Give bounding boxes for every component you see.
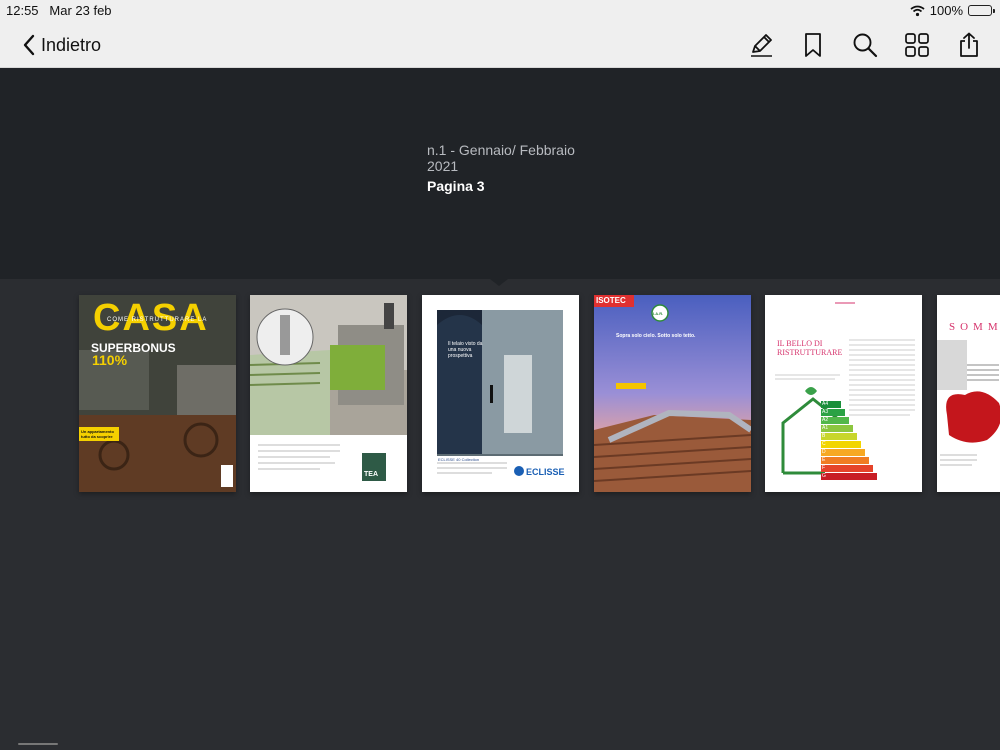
cover-number: 110% [92,352,128,368]
issue-header: n.1 - Gennaio/ Febbraio 2021 Pagina 3 [0,68,1000,286]
isotec-headline: Sopra solo cielo. Sotto solo tetto. [616,333,696,339]
annotate-button[interactable] [746,30,776,60]
energy-class-a2: A2 [821,417,849,424]
energy-chart: A4 A3 A2 A1 B C D E F G [821,401,877,480]
home-indicator [18,743,58,745]
wifi-icon [910,5,925,16]
article-title: IL BELLO DI RISTRUTTURARE [777,339,843,357]
energy-class-a4: A4 [821,401,841,408]
share-button[interactable] [954,30,984,60]
cover-feature: Un appartamento tutto da scoprire [81,429,114,439]
back-label: Indietro [41,34,102,55]
thumbnail-page-5[interactable]: IL BELLO DI RISTRUTTURARE A4 A3 A2 A1 B … [765,295,922,492]
thumbnail-page-4[interactable]: ISOTEC I.A.R. Sopra solo cielo. Sotto so… [594,295,751,492]
energy-class-f: F [821,465,873,472]
status-time: 12:55 Mar 23 feb [6,3,112,18]
bookmark-icon [805,33,821,57]
chevron-left-icon [23,34,35,56]
status-bar: 12:55 Mar 23 feb 100% [0,0,1000,22]
thumbnail-page-6[interactable]: SOMMARIO [937,295,1000,492]
brand-tea: TEA [364,471,378,478]
isotec-badge: I.A.R. [653,311,664,316]
battery-icon [968,5,995,16]
energy-class-a1: A1 [821,425,853,432]
sommario-title: SOMMARIO [949,321,1000,333]
share-icon [960,32,978,57]
grid-icon [905,33,929,57]
energy-class-e: E [821,457,869,464]
thumbnail-page-2[interactable]: TEA [250,295,407,492]
energy-class-d: D [821,449,865,456]
cover-subtitle: COME RISTRUTTURARE LA [107,317,208,323]
energy-class-g: G [821,473,877,480]
page-thumbnail-strip[interactable]: CASA COME RISTRUTTURARE LA SUPERBONUS 11… [0,279,1000,750]
pencil-icon [751,34,772,57]
battery-percent: 100% [929,3,963,18]
eclisse-caption: Il telaio visto da una nuova prospettiva [448,341,483,359]
bookmark-button[interactable] [798,30,828,60]
energy-class-b: B [821,433,857,440]
toolbar: Indietro [0,22,1000,68]
search-icon [853,33,878,58]
brand-eclisse: ECLISSE [526,467,565,477]
thumbnail-page-3[interactable]: Il telaio visto da una nuova prospettiva… [422,295,579,492]
eclisse-tagline: ECLISSE 40 Collection [438,457,480,462]
brand-isotec: ISOTEC [596,296,626,305]
back-button[interactable]: Indietro [22,31,101,59]
issue-title: n.1 - Gennaio/ Febbraio 2021 [427,142,575,174]
current-page-label: Pagina 3 [427,178,485,194]
status-right: 100% [910,3,995,18]
search-button[interactable] [850,30,880,60]
toolbar-actions [746,30,984,60]
energy-class-c: C [821,441,861,448]
pages-grid-button[interactable] [902,30,932,60]
thumbnail-cover[interactable]: CASA COME RISTRUTTURARE LA SUPERBONUS 11… [79,295,236,492]
energy-class-a3: A3 [821,409,845,416]
